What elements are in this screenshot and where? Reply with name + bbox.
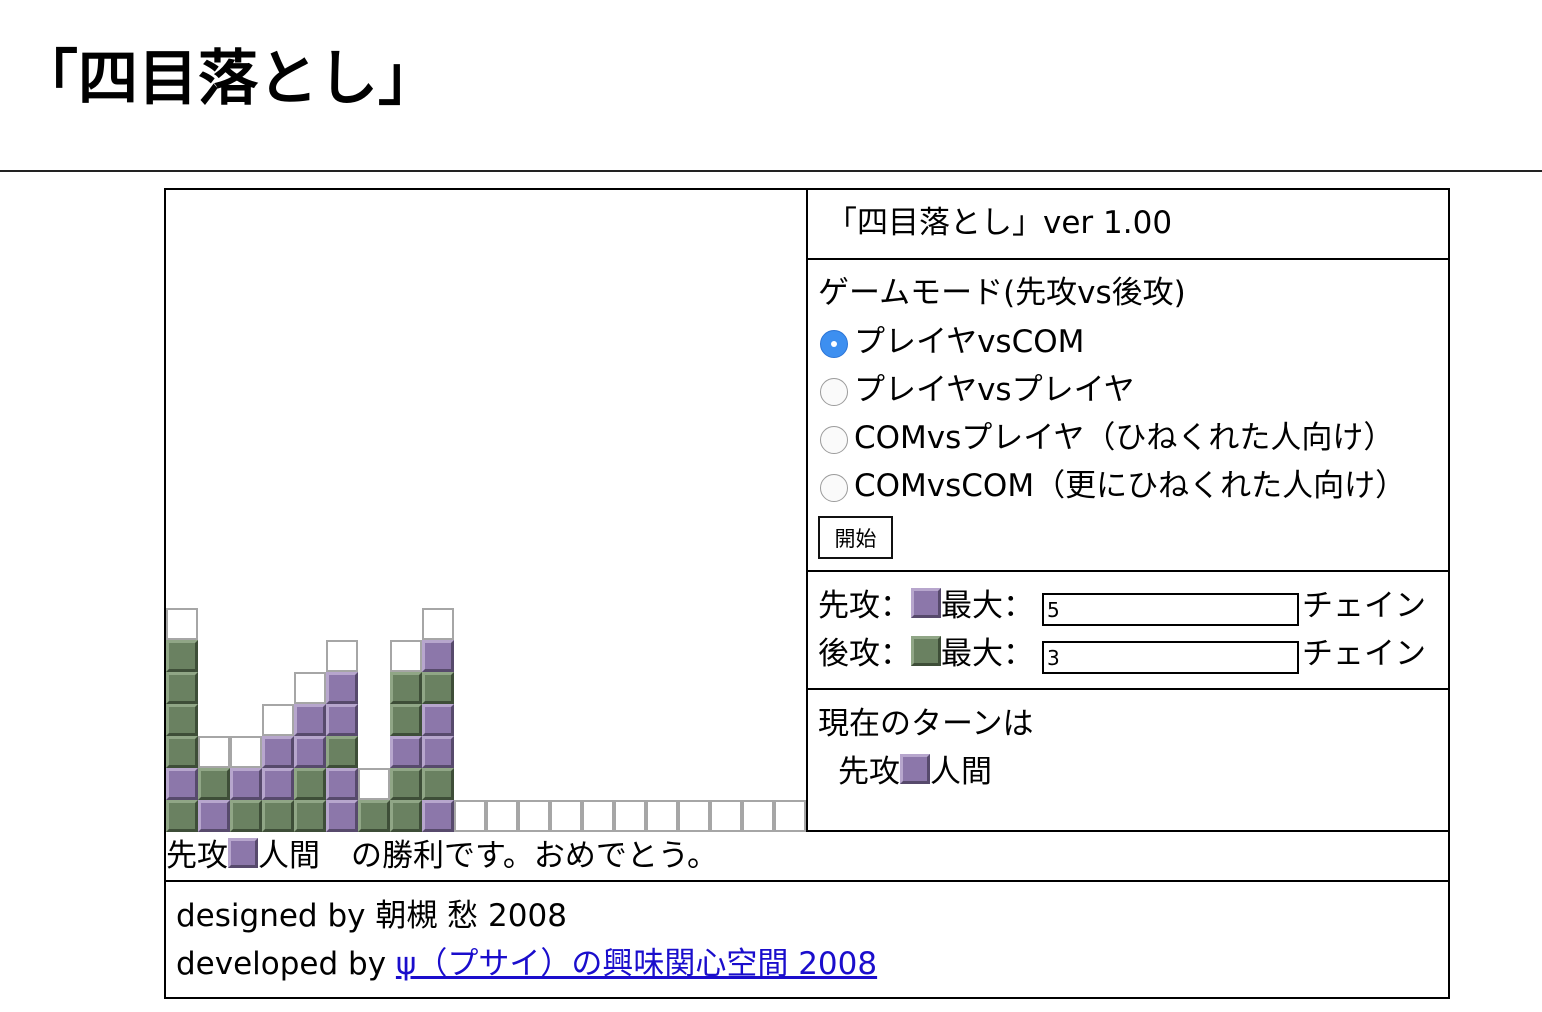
result-message: 先攻 人間 の勝利です。おめでとう。 (166, 836, 718, 876)
turn-value: 先攻 人間 (838, 752, 992, 792)
panel-divider (806, 190, 808, 832)
first-piece (326, 800, 358, 832)
radio-button[interactable] (820, 330, 848, 358)
second-piece (390, 800, 422, 832)
developed-by: developed by ψ（プサイ）の興味関心空間 2008 (176, 944, 877, 984)
first-piece (422, 736, 454, 768)
drop-slot[interactable] (614, 800, 646, 832)
second-player-row: 後攻： 最大： (818, 634, 1034, 674)
radio-button[interactable] (820, 474, 848, 502)
first-max-label: 最大： (941, 588, 1034, 624)
second-piece (326, 736, 358, 768)
second-piece (230, 800, 262, 832)
drop-slot[interactable] (486, 800, 518, 832)
first-piece (326, 768, 358, 800)
drop-slot[interactable] (710, 800, 742, 832)
first-piece (166, 768, 198, 800)
first-player-label: 先攻： (818, 588, 911, 624)
first-piece (294, 736, 326, 768)
turn-suffix: 人間 (930, 754, 992, 790)
first-piece-icon (228, 838, 258, 868)
drop-slot[interactable] (230, 736, 262, 768)
drop-slot[interactable] (294, 672, 326, 704)
drop-slot[interactable] (198, 736, 230, 768)
first-piece (422, 800, 454, 832)
first-chain-suffix: チェイン (1302, 588, 1426, 624)
second-piece (262, 800, 294, 832)
title-divider (0, 170, 1542, 172)
drop-slot[interactable] (518, 800, 550, 832)
radio-button[interactable] (820, 378, 848, 406)
first-piece (422, 704, 454, 736)
second-player-label: 後攻： (818, 636, 911, 672)
drop-slot[interactable] (582, 800, 614, 832)
panel-divider (166, 880, 1448, 882)
first-player-row: 先攻： 最大： (818, 586, 1034, 626)
second-piece (166, 800, 198, 832)
drop-slot[interactable] (166, 608, 198, 640)
version-label: 「四目落とし」ver 1.00 (826, 205, 1173, 241)
result-prefix: 先攻 (166, 838, 228, 874)
second-chain-field[interactable] (1042, 641, 1299, 674)
second-piece-icon (911, 636, 941, 666)
drop-slot[interactable] (326, 640, 358, 672)
developer-link[interactable]: ψ（プサイ）の興味関心空間 2008 (396, 946, 877, 982)
first-piece (326, 704, 358, 736)
second-piece (422, 672, 454, 704)
turn-title: 現在のターンは (818, 706, 1034, 742)
mode-option-label: COMvsCOM（更にひねくれた人向け） (854, 468, 1407, 504)
mode-option-label: プレイヤvsCOM (854, 324, 1085, 360)
second-piece (166, 736, 198, 768)
mode-title: ゲームモード(先攻vs後攻) (818, 275, 1186, 311)
second-piece (198, 768, 230, 800)
second-piece (166, 704, 198, 736)
second-piece (422, 768, 454, 800)
first-piece (326, 672, 358, 704)
second-piece (390, 704, 422, 736)
drop-slot[interactable] (550, 800, 582, 832)
drop-slot[interactable] (390, 640, 422, 672)
panel-divider (806, 258, 1448, 260)
second-piece (390, 672, 422, 704)
panel-divider (806, 688, 1448, 690)
first-piece (262, 768, 294, 800)
second-piece (294, 800, 326, 832)
panel-divider (806, 570, 1448, 572)
second-piece (358, 800, 390, 832)
drop-slot[interactable] (742, 800, 774, 832)
result-suffix: 人間 の勝利です。おめでとう。 (258, 838, 719, 874)
first-piece (390, 736, 422, 768)
first-piece-icon (911, 588, 941, 618)
drop-slot[interactable] (422, 608, 454, 640)
second-piece (390, 768, 422, 800)
game-board[interactable] (166, 190, 806, 832)
second-piece (166, 672, 198, 704)
radio-button[interactable] (820, 426, 848, 454)
drop-slot[interactable] (358, 768, 390, 800)
second-piece (166, 640, 198, 672)
designed-by: designed by 朝槻 愁 2008 (176, 898, 567, 934)
turn-prefix: 先攻 (838, 754, 900, 790)
drop-slot[interactable] (774, 800, 806, 832)
drop-slot[interactable] (454, 800, 486, 832)
second-chain-suffix: チェイン (1302, 636, 1426, 672)
start-button[interactable]: 開始 (818, 516, 893, 559)
first-piece-icon (900, 754, 930, 784)
developed-prefix: developed by (176, 946, 396, 982)
first-piece (422, 640, 454, 672)
page-title: 「四目落とし」 (18, 44, 438, 114)
drop-slot[interactable] (646, 800, 678, 832)
first-chain-field[interactable] (1042, 593, 1299, 626)
mode-option-label: COMvsプレイヤ（ひねくれた人向け） (854, 420, 1395, 456)
first-piece (230, 768, 262, 800)
second-piece (294, 768, 326, 800)
first-piece (198, 800, 230, 832)
drop-slot[interactable] (678, 800, 710, 832)
second-max-label: 最大： (941, 636, 1034, 672)
drop-slot[interactable] (262, 704, 294, 736)
mode-option-label: プレイヤvsプレイヤ (854, 372, 1135, 408)
panel-divider (806, 830, 1448, 832)
first-piece (294, 704, 326, 736)
first-piece (262, 736, 294, 768)
